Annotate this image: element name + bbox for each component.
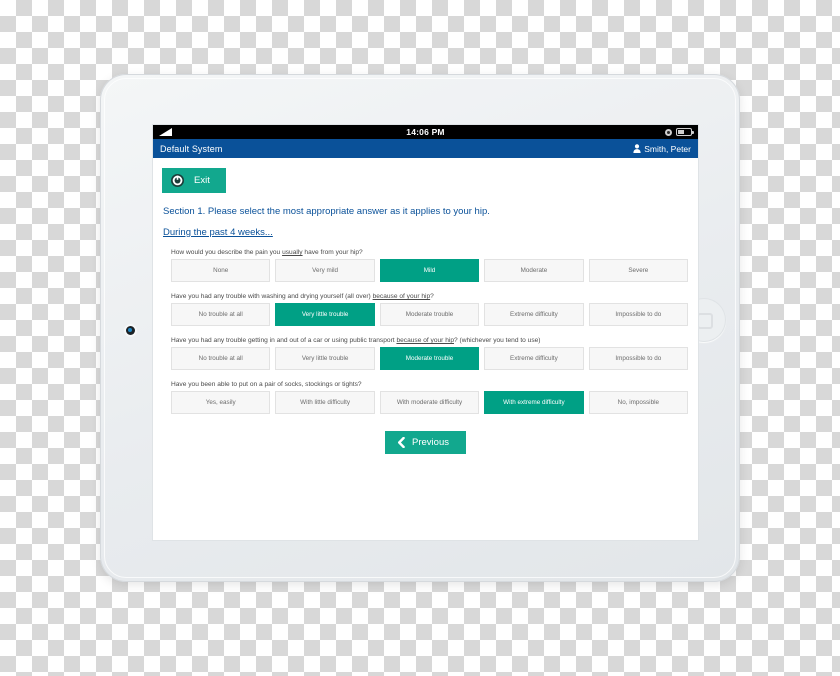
option-button[interactable]: Impossible to do bbox=[588, 303, 689, 326]
previous-button[interactable]: Previous bbox=[385, 431, 466, 454]
question-emphasis: because of your hip bbox=[396, 337, 454, 344]
option-row: No trouble at all Very little trouble Mode… bbox=[171, 347, 689, 370]
option-row: None Very mild Mild Moderate Severe bbox=[171, 259, 689, 282]
option-row: No trouble at all Very little trouble Mode… bbox=[171, 303, 689, 326]
question-block: Have you been able to put on a pair of s… bbox=[162, 381, 689, 414]
question-emphasis: usually bbox=[282, 249, 303, 256]
option-button[interactable]: Severe bbox=[588, 259, 689, 282]
option-button[interactable]: With moderate difficulty bbox=[379, 391, 480, 414]
app-title: Default System bbox=[160, 143, 223, 154]
option-button-selected[interactable]: Mild bbox=[379, 259, 480, 282]
questions-container: How would you describe the pain you usua… bbox=[162, 249, 689, 414]
question-text: How would you describe the pain you usua… bbox=[171, 249, 363, 256]
timeframe-heading: During the past 4 weeks... bbox=[163, 227, 273, 238]
option-button[interactable]: No trouble at all bbox=[171, 303, 271, 326]
status-time: 14:06 PM bbox=[406, 127, 445, 137]
signal-strength-icon bbox=[159, 128, 172, 136]
exit-button[interactable]: Exit bbox=[162, 168, 226, 193]
option-button[interactable]: Very mild bbox=[275, 259, 375, 282]
chevron-left-icon bbox=[398, 437, 405, 448]
option-button-selected[interactable]: Very little trouble bbox=[275, 303, 375, 326]
option-button[interactable]: Moderate bbox=[484, 259, 584, 282]
question-emphasis: because of your hip bbox=[372, 293, 431, 300]
power-icon bbox=[171, 174, 184, 187]
status-bar: 14:06 PM bbox=[153, 125, 698, 139]
option-button[interactable]: With little difficulty bbox=[275, 391, 375, 414]
question-block: How would you describe the pain you usua… bbox=[162, 249, 689, 282]
option-button-selected[interactable]: With extreme difficulty bbox=[484, 391, 584, 414]
option-button[interactable]: No, impossible bbox=[588, 391, 689, 414]
option-button[interactable]: Moderate trouble bbox=[379, 303, 480, 326]
camera-dot-icon bbox=[126, 326, 135, 335]
option-button[interactable]: Impossible to do bbox=[588, 347, 689, 370]
rotation-lock-icon bbox=[665, 128, 672, 136]
user-name: Smith, Peter bbox=[644, 143, 691, 154]
user-account-area[interactable]: Smith, Peter bbox=[633, 144, 691, 154]
question-text: Have you had any trouble with washing an… bbox=[171, 293, 434, 300]
navigation-row: Previous bbox=[162, 431, 689, 454]
exit-button-label: Exit bbox=[194, 175, 210, 186]
page-body: Exit Section 1. Please select the most a… bbox=[153, 158, 698, 540]
question-block: Have you had any trouble getting in and … bbox=[162, 337, 689, 370]
option-button[interactable]: Yes, easily bbox=[171, 391, 271, 414]
question-text: Have you had any trouble getting in and … bbox=[171, 337, 541, 344]
home-button-square-glyph bbox=[697, 313, 713, 329]
section-heading: Section 1. Please select the most approp… bbox=[163, 206, 490, 217]
option-button[interactable]: Extreme difficulty bbox=[484, 347, 584, 370]
option-button[interactable]: No trouble at all bbox=[171, 347, 271, 370]
status-bar-right-group bbox=[665, 125, 694, 139]
option-button[interactable]: Extreme difficulty bbox=[484, 303, 584, 326]
option-button[interactable]: Very little trouble bbox=[275, 347, 375, 370]
option-row: Yes, easily With little difficulty With mo… bbox=[171, 391, 689, 414]
option-button-selected[interactable]: Moderate trouble bbox=[379, 347, 480, 370]
device-screen: 14:06 PM Default System Smith, Peter Exi… bbox=[153, 125, 698, 540]
tablet-device: 14:06 PM Default System Smith, Peter Exi… bbox=[100, 74, 740, 582]
previous-button-label: Previous bbox=[412, 437, 449, 448]
option-button[interactable]: None bbox=[171, 259, 271, 282]
battery-icon bbox=[676, 128, 694, 136]
app-header: Default System Smith, Peter bbox=[153, 139, 698, 158]
question-text: Have you been able to put on a pair of s… bbox=[171, 381, 362, 388]
person-icon bbox=[633, 144, 641, 153]
question-block: Have you had any trouble with washing an… bbox=[162, 293, 689, 326]
